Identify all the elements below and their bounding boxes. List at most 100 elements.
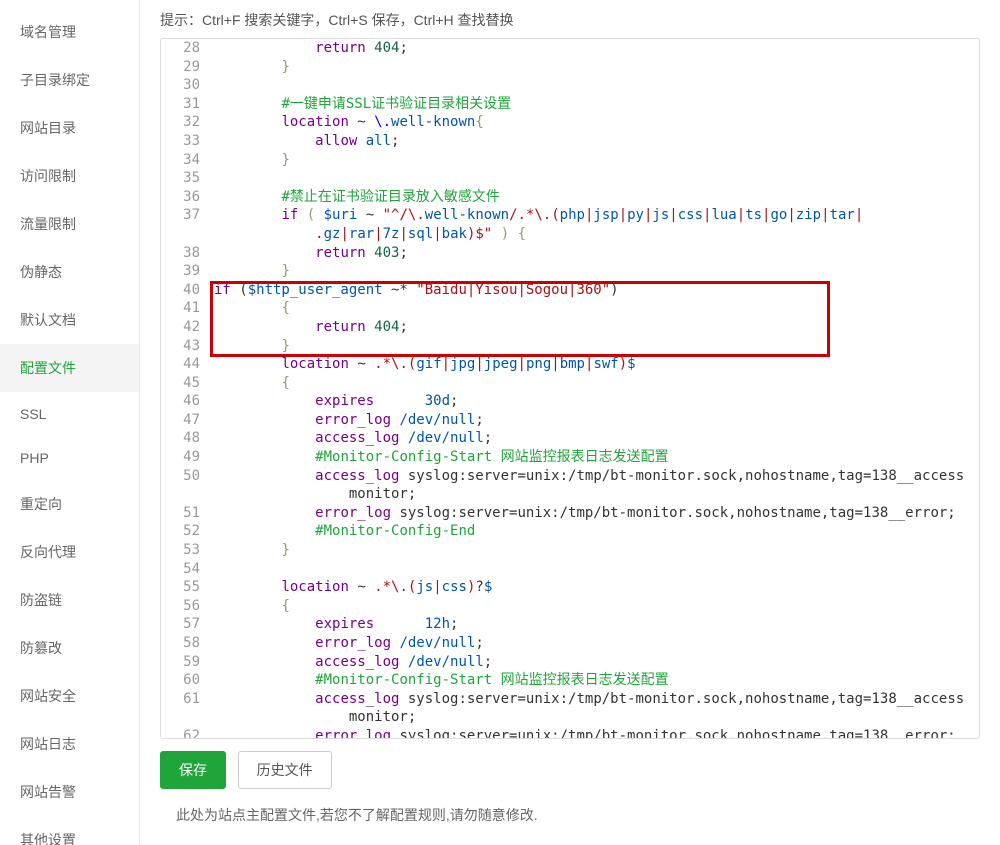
code-line[interactable]: 50 access_log syslog:server=unix:/tmp/bt…	[161, 467, 979, 486]
code-line[interactable]: 61 access_log syslog:server=unix:/tmp/bt…	[161, 690, 979, 709]
line-content[interactable]: #Monitor-Config-Start 网站监控报表日志发送配置	[210, 448, 979, 467]
code-line[interactable]: 57 expires 12h;	[161, 615, 979, 634]
line-content[interactable]: access_log /dev/null;	[210, 653, 979, 672]
line-content[interactable]: error_log syslog:server=unix:/tmp/bt-mon…	[210, 727, 979, 738]
line-content[interactable]	[210, 560, 979, 579]
line-content[interactable]: #Monitor-Config-End	[210, 522, 979, 541]
code-line[interactable]: 28 return 404;	[161, 39, 979, 58]
sidebar-item-16[interactable]: 网站告警	[0, 768, 139, 816]
line-content[interactable]: }	[210, 151, 979, 170]
code-line[interactable]: 42 return 404;	[161, 318, 979, 337]
sidebar-item-17[interactable]: 其他设置	[0, 816, 139, 845]
code-line[interactable]: 30	[161, 76, 979, 95]
history-button[interactable]: 历史文件	[238, 751, 332, 789]
line-content[interactable]: {	[210, 374, 979, 393]
line-content[interactable]: location ~ .*\.(gif|jpg|jpeg|png|bmp|swf…	[210, 355, 979, 374]
line-content[interactable]: {	[210, 299, 979, 318]
line-content[interactable]: access_log /dev/null;	[210, 429, 979, 448]
code-line[interactable]: 38 return 403;	[161, 244, 979, 263]
code-line[interactable]: monitor;	[161, 708, 979, 727]
line-content[interactable]: error_log /dev/null;	[210, 634, 979, 653]
line-content[interactable]: location ~ .*\.(js|css)?$	[210, 578, 979, 597]
main-panel: 提示：Ctrl+F 搜索关键字，Ctrl+S 保存，Ctrl+H 查找替换 28…	[140, 0, 1000, 845]
code-line[interactable]: 29 }	[161, 58, 979, 77]
code-line[interactable]: 45 {	[161, 374, 979, 393]
line-content[interactable]: }	[210, 541, 979, 560]
sidebar-item-8[interactable]: SSL	[0, 392, 139, 436]
line-content[interactable]: #Monitor-Config-Start 网站监控报表日志发送配置	[210, 671, 979, 690]
code-line[interactable]: 31 #一键申请SSL证书验证目录相关设置	[161, 95, 979, 114]
code-line[interactable]: 59 access_log /dev/null;	[161, 653, 979, 672]
line-content[interactable]: return 404;	[210, 318, 979, 337]
code-line[interactable]: 35	[161, 169, 979, 188]
line-content[interactable]: error_log syslog:server=unix:/tmp/bt-mon…	[210, 504, 979, 523]
line-content[interactable]	[210, 76, 979, 95]
line-content[interactable]: if ($http_user_agent ~* "Baidu|Yisou|Sog…	[210, 281, 979, 300]
line-content[interactable]: {	[210, 597, 979, 616]
line-number: 33	[161, 132, 210, 151]
code-line[interactable]: 54	[161, 560, 979, 579]
code-line[interactable]: 53 }	[161, 541, 979, 560]
line-content[interactable]: }	[210, 337, 979, 356]
line-content[interactable]: allow all;	[210, 132, 979, 151]
line-content[interactable]: monitor;	[210, 708, 979, 727]
sidebar-item-9[interactable]: PHP	[0, 436, 139, 480]
code-line[interactable]: 36 #禁止在证书验证目录放入敏感文件	[161, 188, 979, 207]
config-editor[interactable]: 28 return 404;29 }3031 #一键申请SSL证书验证目录相关设…	[160, 38, 980, 739]
line-content[interactable]: monitor;	[210, 485, 979, 504]
line-content[interactable]: .gz|rar|7z|sql|bak)$" ) {	[210, 225, 979, 244]
sidebar-item-12[interactable]: 防盗链	[0, 576, 139, 624]
line-content[interactable]: access_log syslog:server=unix:/tmp/bt-mo…	[210, 690, 979, 709]
line-content[interactable]: return 404;	[210, 39, 979, 58]
line-content[interactable]: error_log /dev/null;	[210, 411, 979, 430]
code-line[interactable]: 49 #Monitor-Config-Start 网站监控报表日志发送配置	[161, 448, 979, 467]
code-line[interactable]: 51 error_log syslog:server=unix:/tmp/bt-…	[161, 504, 979, 523]
code-line[interactable]: 43 }	[161, 337, 979, 356]
sidebar-item-7[interactable]: 配置文件	[0, 344, 139, 392]
sidebar-item-3[interactable]: 访问限制	[0, 152, 139, 200]
code-line[interactable]: 46 expires 30d;	[161, 392, 979, 411]
code-line[interactable]: 56 {	[161, 597, 979, 616]
line-content[interactable]: #一键申请SSL证书验证目录相关设置	[210, 95, 979, 114]
sidebar-item-5[interactable]: 伪静态	[0, 248, 139, 296]
sidebar-item-6[interactable]: 默认文档	[0, 296, 139, 344]
line-content[interactable]: }	[210, 262, 979, 281]
sidebar-item-13[interactable]: 防篡改	[0, 624, 139, 672]
line-content[interactable]: #禁止在证书验证目录放入敏感文件	[210, 188, 979, 207]
sidebar-item-11[interactable]: 反向代理	[0, 528, 139, 576]
line-content[interactable]: location ~ \.well-known{	[210, 113, 979, 132]
code-line[interactable]: 41 {	[161, 299, 979, 318]
save-button[interactable]: 保存	[160, 751, 226, 789]
code-line[interactable]: 52 #Monitor-Config-End	[161, 522, 979, 541]
sidebar-item-1[interactable]: 子目录绑定	[0, 56, 139, 104]
code-line[interactable]: .gz|rar|7z|sql|bak)$" ) {	[161, 225, 979, 244]
code-line[interactable]: 37 if ( $uri ~ "^/\.well-known/.*\.(php|…	[161, 206, 979, 225]
line-content[interactable]: expires 30d;	[210, 392, 979, 411]
code-line[interactable]: 32 location ~ \.well-known{	[161, 113, 979, 132]
code-line[interactable]: 39 }	[161, 262, 979, 281]
line-content[interactable]: access_log syslog:server=unix:/tmp/bt-mo…	[210, 467, 979, 486]
code-line[interactable]: 58 error_log /dev/null;	[161, 634, 979, 653]
line-content[interactable]: return 403;	[210, 244, 979, 263]
sidebar-item-10[interactable]: 重定向	[0, 480, 139, 528]
line-content[interactable]: }	[210, 58, 979, 77]
code-line[interactable]: 55 location ~ .*\.(js|css)?$	[161, 578, 979, 597]
code-line[interactable]: 40if ($http_user_agent ~* "Baidu|Yisou|S…	[161, 281, 979, 300]
sidebar-item-15[interactable]: 网站日志	[0, 720, 139, 768]
code-line[interactable]: 33 allow all;	[161, 132, 979, 151]
line-content[interactable]: expires 12h;	[210, 615, 979, 634]
line-content[interactable]: if ( $uri ~ "^/\.well-known/.*\.(php|jsp…	[210, 206, 979, 225]
code-line[interactable]: 62 error_log syslog:server=unix:/tmp/bt-…	[161, 727, 979, 738]
code-line[interactable]: monitor;	[161, 485, 979, 504]
sidebar-item-14[interactable]: 网站安全	[0, 672, 139, 720]
line-number: 45	[161, 374, 210, 393]
code-line[interactable]: 60 #Monitor-Config-Start 网站监控报表日志发送配置	[161, 671, 979, 690]
line-content[interactable]	[210, 169, 979, 188]
code-line[interactable]: 48 access_log /dev/null;	[161, 429, 979, 448]
code-line[interactable]: 47 error_log /dev/null;	[161, 411, 979, 430]
sidebar-item-0[interactable]: 域名管理	[0, 8, 139, 56]
sidebar-item-4[interactable]: 流量限制	[0, 200, 139, 248]
code-line[interactable]: 34 }	[161, 151, 979, 170]
sidebar-item-2[interactable]: 网站目录	[0, 104, 139, 152]
code-line[interactable]: 44 location ~ .*\.(gif|jpg|jpeg|png|bmp|…	[161, 355, 979, 374]
